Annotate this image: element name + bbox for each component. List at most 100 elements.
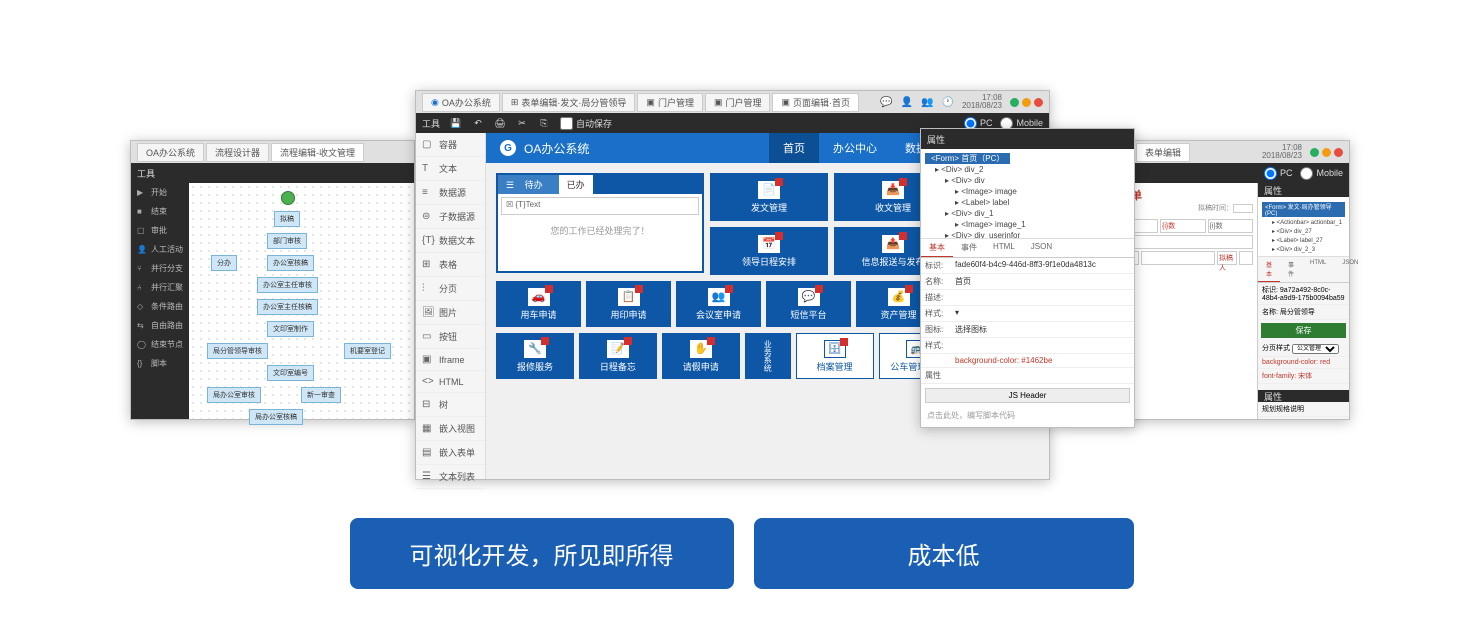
- close-icon[interactable]: [1034, 98, 1043, 107]
- tile[interactable]: 📋用印申请: [586, 281, 671, 327]
- palette-item[interactable]: ◇条件路由: [131, 297, 189, 316]
- nav-item[interactable]: 办公中心: [819, 133, 891, 163]
- tile[interactable]: 📅领导日程安排: [710, 227, 828, 275]
- clock-icon[interactable]: 🕐: [942, 97, 954, 108]
- palette-item[interactable]: ▢审批: [131, 221, 189, 240]
- tile[interactable]: 📄发文管理: [710, 173, 828, 221]
- app-tab[interactable]: 流程设计器: [206, 143, 269, 162]
- flow-node[interactable]: 机要室登记: [344, 343, 391, 359]
- js-header-section[interactable]: JS Header: [925, 388, 1130, 403]
- component-item[interactable]: ▣Iframe: [416, 349, 485, 371]
- group-icon[interactable]: 👥: [921, 97, 933, 108]
- tile[interactable]: 💬短信平台: [766, 281, 851, 327]
- component-item[interactable]: ▭按钮: [416, 325, 485, 349]
- feature-pill-wysiwyg[interactable]: 可视化开发，所见即所得: [350, 518, 734, 589]
- app-tab[interactable]: 流程编辑-收文管理: [271, 143, 364, 162]
- component-item[interactable]: ▤嵌入表单: [416, 441, 485, 465]
- script-placeholder[interactable]: 点击此处，编写脚本代码: [921, 407, 1134, 424]
- style-dropdown[interactable]: 分页样式 公文管理: [1258, 341, 1349, 357]
- autosave-checkbox[interactable]: 自动保存: [560, 117, 612, 130]
- flow-node[interactable]: 分办: [211, 255, 237, 271]
- form-element-tree[interactable]: <Form> 发文·局办管领导(PC)▸ <Actionbar> actionb…: [1258, 197, 1349, 257]
- prop-tab[interactable]: JSON: [1334, 257, 1366, 282]
- component-item[interactable]: ▦嵌入视图: [416, 417, 485, 441]
- workflow-canvas[interactable]: 拟稿 部门审核 分办 办公室核稿 办公室主任审核 办公室主任核稿 文印室制作 局…: [189, 183, 414, 419]
- component-item[interactable]: ≡数据源: [416, 181, 485, 205]
- tile[interactable]: 🗄档案管理: [796, 333, 874, 379]
- component-item[interactable]: {T}数据文本: [416, 229, 485, 253]
- undo-icon[interactable]: ↶: [472, 117, 484, 129]
- prop-tab[interactable]: 事件: [1280, 257, 1302, 282]
- palette-item[interactable]: ▶开始: [131, 183, 189, 202]
- palette-item[interactable]: {}脚本: [131, 354, 189, 373]
- view-mobile-radio[interactable]: Mobile: [1300, 167, 1343, 180]
- todo-tab[interactable]: 已办: [559, 175, 593, 194]
- palette-item[interactable]: ⑂并行分支: [131, 259, 189, 278]
- user-icon[interactable]: 👤: [901, 97, 913, 108]
- todo-panel[interactable]: ☰ 待办 已办 ☒ {T}Text 您的工作已经处理完了！: [496, 173, 704, 273]
- save-icon[interactable]: 💾: [450, 117, 462, 129]
- flow-node[interactable]: 局办公室审核: [207, 387, 261, 403]
- flow-node[interactable]: 办公室核稿: [267, 255, 314, 271]
- prop-tab[interactable]: HTML: [985, 239, 1023, 257]
- close-icon[interactable]: [1334, 148, 1343, 157]
- form-cell[interactable]: 拟稿人: [1217, 251, 1237, 265]
- minimize-icon[interactable]: [1310, 148, 1319, 157]
- app-tab[interactable]: ▣门户管理: [705, 93, 771, 112]
- component-item[interactable]: <>HTML: [416, 371, 485, 393]
- app-tab[interactable]: OA办公系统: [137, 143, 204, 162]
- flow-node[interactable]: 局分管领导审核: [207, 343, 268, 359]
- flow-node[interactable]: 办公室主任核稿: [257, 299, 318, 315]
- app-tab[interactable]: ⊞表单编辑·发文·局分管领导: [502, 93, 636, 112]
- app-tab[interactable]: ▣门户管理: [637, 93, 703, 112]
- component-item[interactable]: 🖼图片: [416, 301, 485, 325]
- flow-node[interactable]: 新一审查: [301, 387, 341, 403]
- element-tree[interactable]: <Form> 首页（PC）▸ <Div> div_2▸ <Div> div▸ <…: [921, 149, 1134, 239]
- tile[interactable]: 👥会议室申请: [676, 281, 761, 327]
- feature-pill-lowcost[interactable]: 成本低: [754, 518, 1134, 589]
- chat-icon[interactable]: 💬: [880, 97, 892, 108]
- view-pc-radio[interactable]: PC: [1264, 167, 1293, 180]
- app-tab[interactable]: 表单编辑: [1136, 143, 1190, 162]
- todo-field[interactable]: ☒ {T}Text: [501, 197, 699, 215]
- component-item[interactable]: T文本: [416, 157, 485, 181]
- component-item[interactable]: ⊞表格: [416, 253, 485, 277]
- flow-start-node[interactable]: [281, 191, 295, 205]
- component-item[interactable]: ⫶分页: [416, 277, 485, 301]
- nav-item[interactable]: 首页: [769, 133, 819, 163]
- form-cell[interactable]: {i}数: [1208, 219, 1254, 233]
- save-button[interactable]: 保存: [1261, 323, 1346, 338]
- palette-item[interactable]: ◯结束节点: [131, 335, 189, 354]
- flow-node[interactable]: 拟稿: [274, 211, 300, 227]
- flow-node[interactable]: 办公室主任审核: [257, 277, 318, 293]
- prop-tab[interactable]: 事件: [953, 239, 985, 257]
- palette-item[interactable]: 👤人工活动: [131, 240, 189, 259]
- copy-icon[interactable]: ⎘: [538, 117, 550, 129]
- flow-node[interactable]: 文印室编号: [267, 365, 314, 381]
- form-cell[interactable]: {i}数: [1160, 219, 1206, 233]
- app-tab[interactable]: ◉OA办公系统: [422, 93, 500, 112]
- palette-item[interactable]: ⇆自由路由: [131, 316, 189, 335]
- component-item[interactable]: ⊜子数据源: [416, 205, 485, 229]
- form-cell[interactable]: [1239, 251, 1253, 265]
- component-item[interactable]: ▢容器: [416, 133, 485, 157]
- prop-tab[interactable]: HTML: [1302, 257, 1334, 282]
- flow-node[interactable]: 局办公室核稿: [249, 409, 303, 425]
- flow-node[interactable]: 文印室制作: [267, 321, 314, 337]
- prop-tab[interactable]: 基本: [921, 239, 953, 257]
- todo-tab[interactable]: ☰ 待办: [498, 175, 559, 194]
- palette-item[interactable]: ■结束: [131, 202, 189, 221]
- prop-tab[interactable]: 基本: [1258, 257, 1280, 282]
- component-item[interactable]: ☰文本列表: [416, 465, 485, 489]
- print-icon[interactable]: 🖨: [494, 117, 506, 129]
- tile[interactable]: 🔧报修服务: [496, 333, 574, 379]
- maximize-icon[interactable]: [1022, 98, 1031, 107]
- component-item[interactable]: ⊟树: [416, 393, 485, 417]
- app-tab[interactable]: ▣页面编辑·首页: [772, 93, 859, 112]
- palette-item[interactable]: ⑃并行汇聚: [131, 278, 189, 297]
- cut-icon[interactable]: ✂: [516, 117, 528, 129]
- tile[interactable]: 业务系统: [745, 333, 791, 379]
- tile[interactable]: 📝日程备忘: [579, 333, 657, 379]
- prop-tab[interactable]: JSON: [1023, 239, 1060, 257]
- minimize-icon[interactable]: [1010, 98, 1019, 107]
